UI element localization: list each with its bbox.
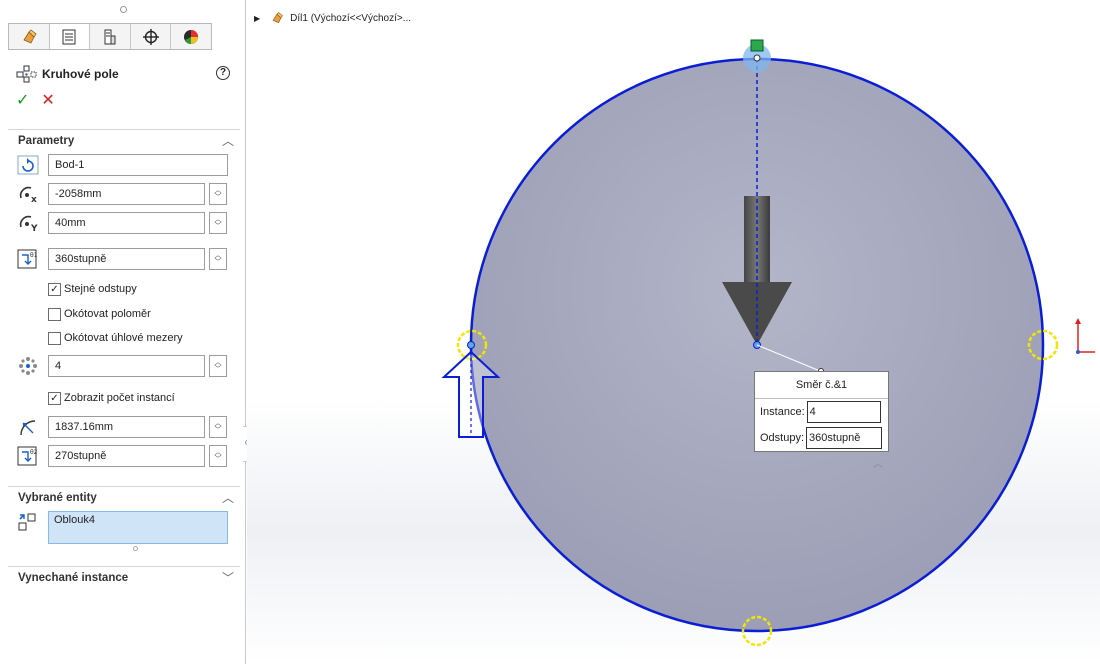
callout-title: Směr č.&1 — [755, 372, 888, 399]
callout-collapse-icon[interactable]: ︿ — [873, 455, 883, 470]
callout-spacing-row: Odstupy: 360stupně — [755, 425, 888, 451]
triad-icon — [1075, 318, 1095, 354]
arc-point[interactable] — [467, 341, 475, 349]
callout-spacing-input[interactable]: 360stupně — [806, 427, 883, 449]
callout-spacing-label: Odstupy: — [760, 432, 805, 444]
callout-instances-row: Instance: 4 — [755, 399, 888, 425]
start-point[interactable] — [753, 54, 761, 62]
callout-instances-label: Instance: — [760, 406, 805, 418]
callout-instances-input[interactable]: 4 — [806, 401, 881, 423]
pattern-callout: Směr č.&1 Instance: 4 Odstupy: 360stupně — [754, 371, 889, 452]
sketch-canvas[interactable] — [0, 0, 1100, 664]
instance-handle-icon[interactable] — [750, 39, 764, 52]
